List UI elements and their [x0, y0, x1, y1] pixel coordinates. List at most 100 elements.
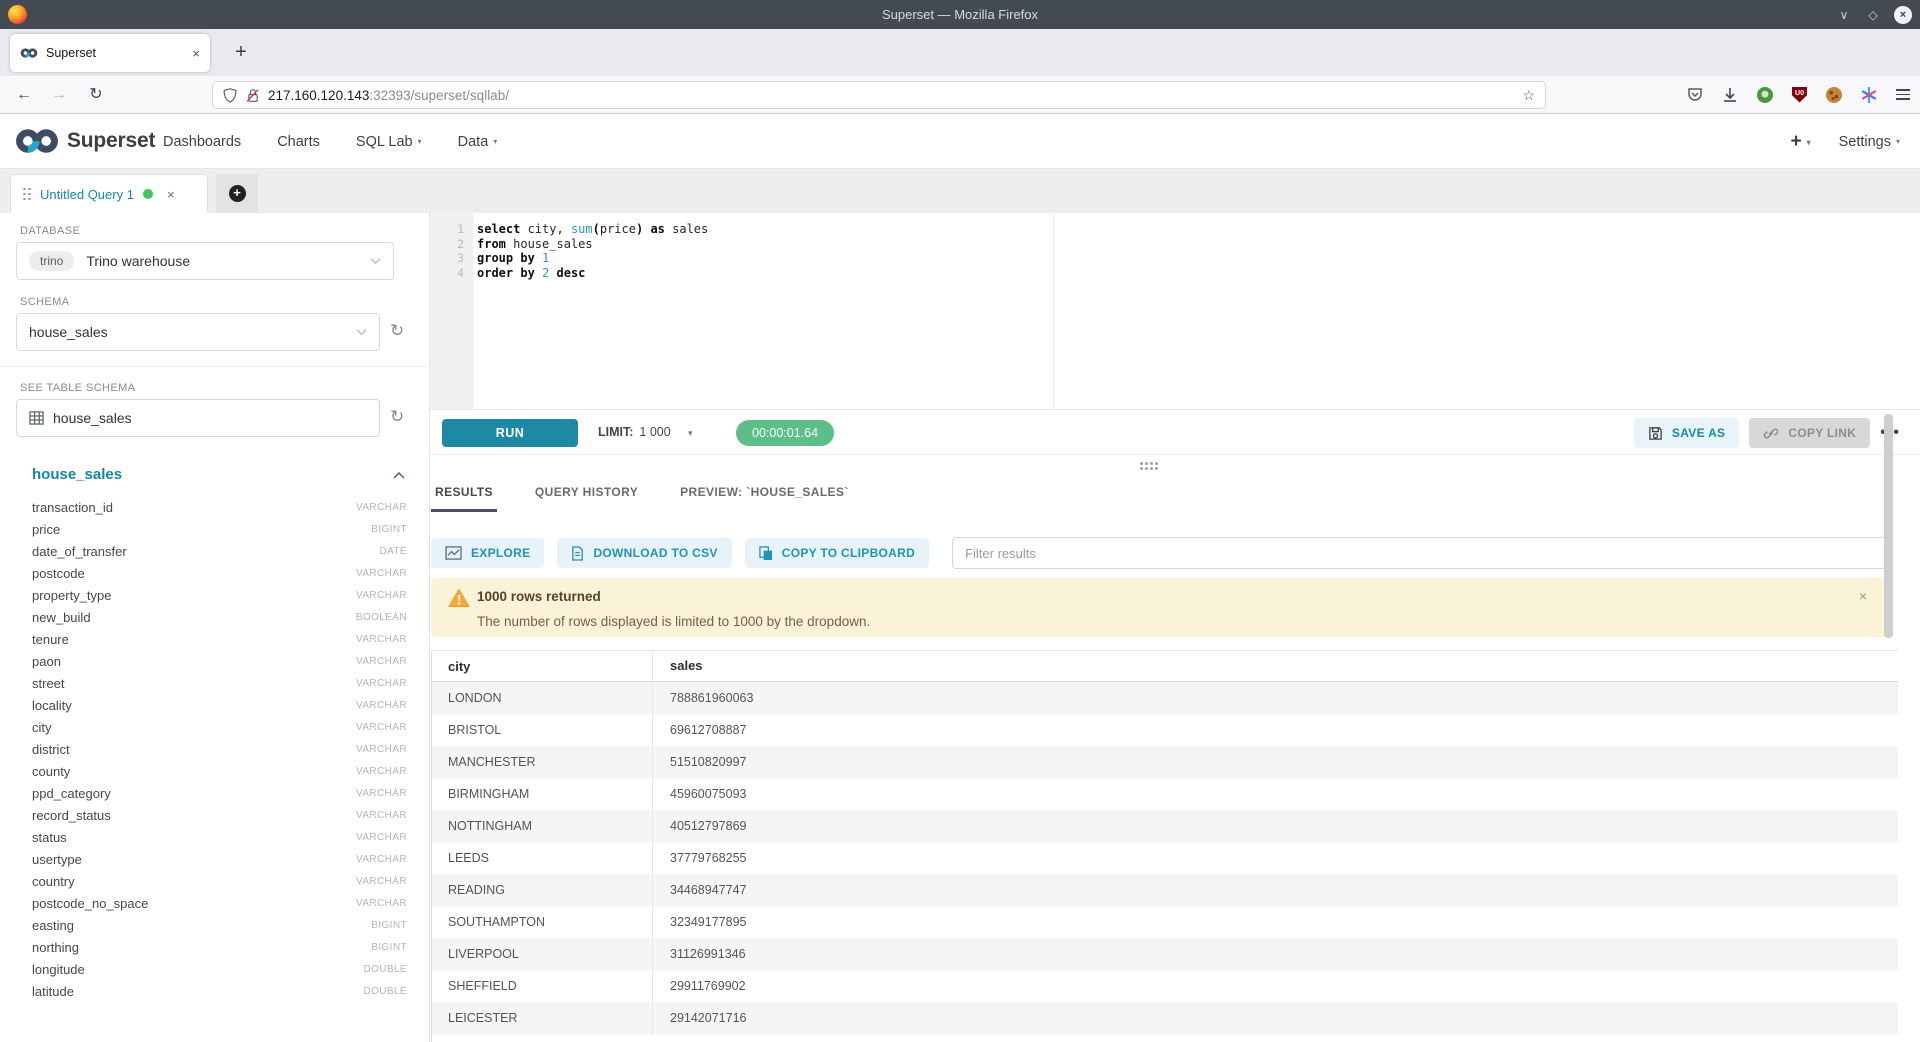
table-row[interactable]: MANCHESTER51510820997	[432, 746, 1898, 778]
shield-icon[interactable]	[223, 88, 237, 103]
column-row[interactable]: postcodeVARCHAR	[32, 562, 407, 584]
drag-handle-icon[interactable]	[23, 188, 31, 201]
filter-results-input[interactable]	[952, 537, 1892, 569]
query-tab-title[interactable]: Untitled Query 1	[40, 187, 134, 202]
new-query-tab-button[interactable]: +	[216, 174, 258, 213]
column-name: tenure	[32, 632, 356, 647]
privacy-badger-icon[interactable]	[1757, 87, 1773, 103]
url-bar[interactable]: 217.160.120.143:32393/superset/sqllab/ ☆	[212, 81, 1546, 109]
query-tab-close-icon[interactable]: ×	[167, 187, 175, 202]
table-row[interactable]: BIRMINGHAM45960075093	[432, 778, 1898, 810]
window-close-icon[interactable]: ×	[1894, 6, 1912, 24]
container-asterisk-icon[interactable]	[1861, 87, 1877, 103]
download-to-csv-button[interactable]: DOWNLOAD TO CSV	[557, 538, 731, 568]
column-type: BIGINT	[371, 524, 407, 535]
browser-tab-superset[interactable]: Superset ×	[10, 34, 210, 72]
new-tab-button[interactable]: +	[228, 41, 254, 64]
column-name: property_type	[32, 588, 356, 603]
column-row[interactable]: cityVARCHAR	[32, 716, 407, 738]
bookmark-star-icon[interactable]: ☆	[1522, 87, 1535, 104]
column-row[interactable]: ppd_categoryVARCHAR	[32, 782, 407, 804]
forward-icon[interactable]: →	[47, 76, 71, 113]
limit-dropdown-icon[interactable]: ▾	[688, 428, 693, 439]
reload-icon[interactable]: ↻	[84, 76, 108, 113]
column-type: VARCHAR	[356, 810, 407, 821]
column-row[interactable]: record_statusVARCHAR	[32, 804, 407, 826]
tab-results[interactable]: RESULTS	[431, 479, 497, 512]
copy-to-clipboard-button[interactable]: COPY TO CLIPBOARD	[745, 538, 929, 568]
pane-resize-handle[interactable]	[430, 455, 1920, 477]
table-row[interactable]: BRISTOL69612708887	[432, 714, 1898, 746]
table-row[interactable]: LIVERPOOL31126991346	[432, 938, 1898, 970]
column-row[interactable]: tenureVARCHAR	[32, 628, 407, 650]
nav-item-dashboards[interactable]: Dashboards	[163, 134, 241, 150]
table-row[interactable]: LEICESTER29142071716	[432, 1002, 1898, 1034]
add-new-button[interactable]: +▾	[1790, 131, 1810, 153]
table-row[interactable]: LONDON788861960063	[432, 682, 1898, 714]
collapse-chevron-icon[interactable]	[393, 471, 405, 479]
tab-close-icon[interactable]: ×	[192, 46, 200, 61]
tab-query-history[interactable]: QUERY HISTORY	[531, 479, 642, 512]
column-row[interactable]: transaction_idVARCHAR	[32, 496, 407, 518]
column-row[interactable]: usertypeVARCHAR	[32, 848, 407, 870]
column-row[interactable]: streetVARCHAR	[32, 672, 407, 694]
table-row[interactable]: SHEFFIELD29911769902	[432, 970, 1898, 1002]
col-header-sales[interactable]: sales	[652, 650, 1898, 682]
column-row[interactable]: northingBIGINT	[32, 936, 407, 958]
column-row[interactable]: statusVARCHAR	[32, 826, 407, 848]
tab-preview-house-sales[interactable]: PREVIEW: `HOUSE_SALES`	[676, 479, 853, 512]
table-row[interactable]: READING34468947747	[432, 874, 1898, 906]
table-row[interactable]: NOTTINGHAM40512797869	[432, 810, 1898, 842]
refresh-schema-icon[interactable]: ↻	[390, 321, 404, 341]
database-label: DATABASE	[20, 225, 80, 237]
save-as-button[interactable]: SAVE AS	[1634, 418, 1739, 448]
col-header-city[interactable]: city	[432, 659, 652, 674]
table-name-heading[interactable]: house_sales	[32, 466, 122, 483]
lock-disabled-icon[interactable]	[246, 88, 260, 103]
sql-editor[interactable]: 1234 select city, sum(price) as salesfro…	[430, 213, 1920, 410]
alert-close-icon[interactable]: ×	[1859, 588, 1867, 604]
table-row[interactable]: SOUTHAMPTON32349177895	[432, 906, 1898, 938]
column-row[interactable]: date_of_transferDATE	[32, 540, 407, 562]
column-row[interactable]: postcode_no_spaceVARCHAR	[32, 892, 407, 914]
table-select[interactable]: house_sales	[16, 399, 380, 437]
column-row[interactable]: countryVARCHAR	[32, 870, 407, 892]
window-maximize-icon[interactable]: ◇	[1865, 8, 1881, 22]
column-row[interactable]: districtVARCHAR	[32, 738, 407, 760]
column-row[interactable]: countyVARCHAR	[32, 760, 407, 782]
back-icon[interactable]: ←	[12, 76, 36, 113]
menu-hamburger-icon[interactable]	[1896, 89, 1910, 100]
copy-link-button[interactable]: COPY LINK	[1749, 418, 1870, 448]
column-row[interactable]: latitudeDOUBLE	[32, 980, 407, 1002]
editor-code[interactable]: select city, sum(price) as salesfrom hou…	[477, 213, 1920, 280]
column-row[interactable]: new_buildBOOLEAN	[32, 606, 407, 628]
nav-item-sql-lab[interactable]: SQL Lab▾	[356, 134, 422, 150]
column-row[interactable]: localityVARCHAR	[32, 694, 407, 716]
query-tab[interactable]: Untitled Query 1 ×	[10, 174, 208, 213]
refresh-table-icon[interactable]: ↻	[390, 407, 404, 427]
window-minimize-icon[interactable]: ∨	[1836, 8, 1852, 22]
scrollbar[interactable]	[1884, 414, 1893, 638]
nav-item-data[interactable]: Data▾	[458, 134, 498, 150]
column-row[interactable]: longitudeDOUBLE	[32, 958, 407, 980]
ublock-icon[interactable]: U0	[1792, 87, 1807, 103]
limit-label[interactable]: LIMIT:1 000	[598, 425, 671, 439]
window-titlebar: Superset — Mozilla Firefox ∨ ◇ ×	[0, 0, 1920, 29]
column-row[interactable]: priceBIGINT	[32, 518, 407, 540]
run-button[interactable]: RUN	[442, 419, 578, 447]
cookie-extension-icon[interactable]	[1826, 87, 1842, 103]
settings-menu[interactable]: Settings▾	[1839, 134, 1900, 150]
pocket-icon[interactable]	[1687, 87, 1703, 103]
explore-button[interactable]: EXPLORE	[431, 538, 544, 568]
database-select[interactable]: trino Trino warehouse	[16, 242, 394, 280]
downloads-icon[interactable]	[1722, 87, 1738, 103]
column-row[interactable]: paonVARCHAR	[32, 650, 407, 672]
schema-select[interactable]: house_sales	[16, 313, 380, 351]
database-type-badge: trino	[29, 251, 74, 271]
column-row[interactable]: property_typeVARCHAR	[32, 584, 407, 606]
table-row[interactable]: LEEDS37779768255	[432, 842, 1898, 874]
column-row[interactable]: eastingBIGINT	[32, 914, 407, 936]
column-type: VARCHAR	[356, 744, 407, 755]
nav-item-charts[interactable]: Charts	[277, 134, 320, 150]
superset-logo[interactable]: Superset	[14, 127, 155, 155]
